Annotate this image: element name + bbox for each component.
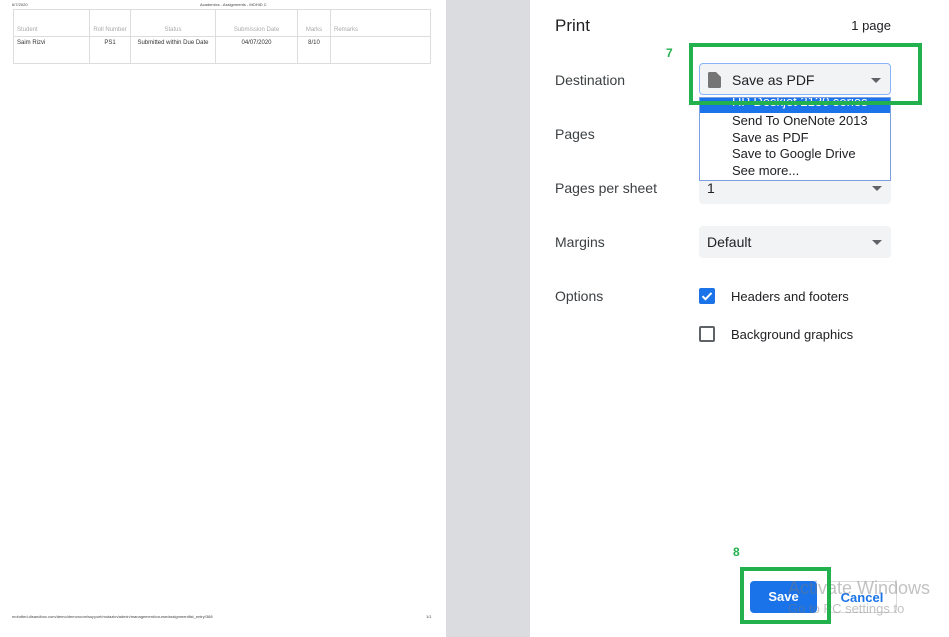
header-roll: Roll Number bbox=[89, 9, 131, 37]
margins-select[interactable]: Default bbox=[699, 226, 891, 258]
options-label: Options bbox=[555, 288, 604, 304]
cell-roll: PS1 bbox=[89, 36, 131, 64]
preview-date: 6/7/2020 bbox=[12, 2, 28, 7]
headers-footers-checkbox[interactable] bbox=[699, 288, 715, 304]
header-student: Student bbox=[13, 9, 90, 37]
cell-student: Saim Rizvi bbox=[13, 36, 90, 64]
annotation-step-7: 7 bbox=[666, 46, 673, 60]
checkmark-icon bbox=[701, 292, 713, 301]
destination-label: Destination bbox=[555, 72, 626, 88]
header-marks: Marks bbox=[297, 9, 331, 37]
header-status: Status bbox=[130, 9, 216, 37]
annotation-step-8: 8 bbox=[733, 545, 740, 559]
destination-option[interactable]: See more... bbox=[700, 163, 890, 180]
table-row: Saim Rizvi PS1 Submitted within Due Date… bbox=[13, 36, 431, 64]
headers-footers-label: Headers and footers bbox=[731, 289, 849, 304]
margins-value: Default bbox=[707, 234, 752, 250]
destination-option[interactable]: Send To OneNote 2013 bbox=[700, 113, 890, 130]
preview-page-number: 1/1 bbox=[426, 614, 432, 619]
pages-per-sheet-value: 1 bbox=[707, 180, 715, 196]
destination-option[interactable]: Save to Google Drive bbox=[700, 146, 890, 163]
cell-marks: 8/10 bbox=[297, 36, 331, 64]
preview-title: Academics - Assignments - MOHID C bbox=[200, 2, 267, 7]
cell-date: 04/07/2020 bbox=[215, 36, 298, 64]
chevron-down-icon bbox=[872, 240, 882, 245]
header-remarks: Remarks bbox=[330, 9, 431, 37]
destination-option[interactable]: Save as PDF bbox=[700, 130, 890, 147]
cell-remarks bbox=[330, 36, 431, 64]
annotation-box-save bbox=[740, 567, 831, 624]
margins-label: Margins bbox=[555, 234, 605, 250]
assignments-table: Student Roll Number Status Submission Da… bbox=[13, 9, 431, 64]
background-graphics-label: Background graphics bbox=[731, 327, 854, 342]
print-preview-page: 6/7/2020 Academics - Assignments - MOHID… bbox=[0, 0, 446, 637]
header-date: Submission Date bbox=[215, 9, 298, 37]
page-count: 1 page bbox=[851, 18, 891, 33]
destination-dropdown-list: HP Deskjet 2130 series Send To OneNote 2… bbox=[699, 97, 891, 181]
preview-scroll-area bbox=[446, 0, 530, 637]
background-graphics-checkbox[interactable] bbox=[699, 326, 715, 342]
preview-footer-url: mohdfed.dlsandbox.com/demo/demoroom/supp… bbox=[12, 614, 213, 619]
annotation-box-destination bbox=[689, 43, 922, 105]
table-header-row: Student Roll Number Status Submission Da… bbox=[13, 9, 431, 37]
chevron-down-icon bbox=[872, 186, 882, 191]
cell-status: Submitted within Due Date bbox=[130, 36, 216, 64]
pages-per-sheet-label: Pages per sheet bbox=[555, 180, 657, 196]
pages-label: Pages bbox=[555, 126, 595, 142]
print-title: Print bbox=[555, 16, 590, 35]
